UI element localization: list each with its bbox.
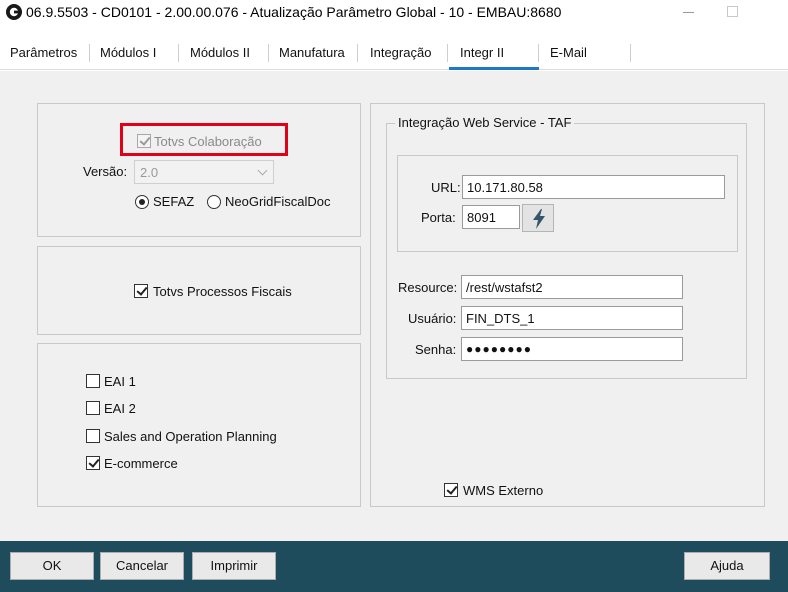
eai2-checkbox[interactable]: [86, 401, 100, 415]
url-groupbox: URL: 10.171.80.58 Porta: 8091: [397, 155, 738, 252]
eai-panel: EAI 1 EAI 2 Sales and Operation Planning…: [37, 343, 361, 507]
lightning-icon: [533, 209, 545, 229]
taf-group-title: Integração Web Service - TAF: [395, 115, 575, 130]
usuario-label: Usuário:: [408, 311, 457, 326]
tab-integr-ii[interactable]: Integr II: [460, 45, 504, 60]
tab-divider: [268, 44, 269, 62]
maximize-icon[interactable]: [727, 6, 738, 17]
tab-divider: [178, 44, 179, 62]
versao-select[interactable]: 2.0: [134, 160, 274, 184]
sop-label: Sales and Operation Planning: [104, 429, 277, 444]
tab-divider: [630, 44, 631, 62]
eai2-label: EAI 2: [104, 401, 136, 416]
chevron-down-icon: [257, 165, 268, 176]
wms-checkbox[interactable]: [444, 483, 458, 497]
processos-label: Totvs Processos Fiscais: [153, 284, 292, 299]
resource-input[interactable]: /rest/wstafst2: [461, 275, 683, 299]
tab-modulos-i[interactable]: Módulos I: [100, 45, 156, 60]
ecommerce-checkbox[interactable]: [86, 456, 100, 470]
porta-input[interactable]: 8091: [462, 205, 520, 229]
active-tab-indicator: [449, 67, 539, 70]
footer-bar: OK Cancelar Imprimir Ajuda: [0, 541, 788, 592]
resource-label: Resource:: [398, 280, 458, 295]
taf-groupbox: Integração Web Service - TAF URL: 10.171…: [386, 115, 747, 379]
sefaz-label: SEFAZ: [153, 194, 195, 209]
ecommerce-label: E-commerce: [104, 456, 178, 471]
senha-label: Senha:: [415, 342, 457, 357]
neogrid-radio[interactable]: [207, 195, 221, 209]
tab-divider: [538, 44, 539, 62]
tab-email[interactable]: E-Mail: [550, 45, 587, 60]
tab-content: Totvs Colaboração Versão: 2.0 SEFAZ NeoG…: [0, 71, 788, 541]
tab-manufatura[interactable]: Manufatura: [279, 45, 345, 60]
processos-panel: Totvs Processos Fiscais: [37, 246, 361, 335]
porta-label: Porta:: [421, 210, 456, 225]
ok-button[interactable]: OK: [10, 552, 94, 580]
tab-integracao[interactable]: Integração: [370, 45, 431, 60]
colaboracao-checkbox[interactable]: [137, 134, 151, 148]
print-button[interactable]: Imprimir: [192, 552, 276, 580]
help-button[interactable]: Ajuda: [684, 552, 770, 580]
test-connection-button[interactable]: [522, 204, 554, 232]
tab-divider: [447, 44, 448, 62]
eai1-label: EAI 1: [104, 374, 136, 389]
processos-checkbox[interactable]: [134, 284, 148, 298]
wms-label: WMS Externo: [463, 483, 544, 498]
minimize-icon[interactable]: [683, 12, 694, 13]
integration-panel: Integração Web Service - TAF URL: 10.171…: [370, 103, 765, 507]
app-logo-icon: [6, 4, 22, 20]
sop-checkbox[interactable]: [86, 429, 100, 443]
versao-value: 2.0: [140, 165, 159, 180]
tab-divider: [89, 44, 90, 62]
window-title: 06.9.5503 - CD0101 - 2.00.00.076 - Atual…: [26, 4, 562, 20]
sefaz-radio[interactable]: [135, 195, 149, 209]
versao-label: Versão:: [83, 164, 128, 179]
usuario-input[interactable]: FIN_DTS_1: [461, 306, 683, 330]
neogrid-label: NeoGridFiscalDoc: [225, 194, 331, 209]
cancel-button[interactable]: Cancelar: [100, 552, 184, 580]
url-label: URL:: [431, 180, 461, 195]
colaboracao-label: Totvs Colaboração: [154, 134, 262, 149]
colaboracao-panel: Totvs Colaboração Versão: 2.0 SEFAZ NeoG…: [37, 103, 361, 237]
tab-modulos-ii[interactable]: Módulos II: [190, 45, 250, 60]
eai1-checkbox[interactable]: [86, 374, 100, 388]
tab-bar: Parâmetros Módulos I Módulos II Manufatu…: [0, 36, 788, 70]
tab-divider: [357, 44, 358, 62]
title-bar: 06.9.5503 - CD0101 - 2.00.00.076 - Atual…: [0, 0, 788, 26]
url-input[interactable]: 10.171.80.58: [462, 175, 725, 199]
senha-input[interactable]: ●●●●●●●●: [461, 337, 683, 361]
tab-parametros[interactable]: Parâmetros: [10, 45, 77, 60]
